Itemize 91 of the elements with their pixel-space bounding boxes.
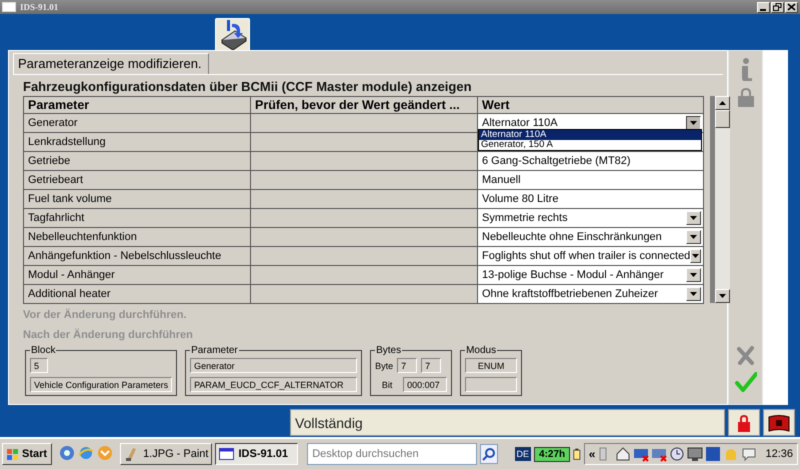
bit-field: 000:007 xyxy=(403,377,448,392)
byte-label: Byte xyxy=(375,360,394,370)
parameter-cell: Anhängefunktion - Nebelschlussleuchte xyxy=(24,246,250,266)
parameter-cell: Tagfahrlicht xyxy=(24,208,250,228)
taskbar-button[interactable]: IDS-91.01 xyxy=(215,443,298,465)
scroll-up-button[interactable] xyxy=(715,96,730,110)
column-header: Wert xyxy=(478,96,704,114)
close-icon xyxy=(787,3,796,11)
clock: 12:36 xyxy=(765,448,793,460)
column-header: Parameter xyxy=(24,96,250,114)
parameter-id-field: PARAM_EUCD_CCF_ALTERNATOR xyxy=(190,377,358,392)
tray-toggle[interactable]: « xyxy=(588,447,596,461)
browser-icon xyxy=(78,444,94,460)
app-icon[interactable] xyxy=(705,446,722,462)
dropdown-button[interactable] xyxy=(686,116,701,130)
group-title: Block xyxy=(30,345,56,356)
group-title: Bytes xyxy=(375,345,402,356)
value-dropdown[interactable]: Foglights shut off when trailer is connected xyxy=(478,247,703,265)
taskbar-button[interactable]: 1.JPG - Paint xyxy=(120,443,212,465)
step-label: Vor der Änderung durchführen. xyxy=(23,309,188,321)
value-cell-text: Volume 80 Litre xyxy=(481,192,560,207)
network-icon[interactable] xyxy=(633,446,650,462)
parameter-cell: Lenkradstellung xyxy=(24,132,250,152)
restore-icon xyxy=(773,3,782,11)
scroll-down-button[interactable] xyxy=(715,289,730,303)
device-button[interactable] xyxy=(763,409,795,436)
parameter-name-field: Generator xyxy=(190,358,358,373)
group-title: Parameter xyxy=(190,345,239,356)
cancel-icon xyxy=(736,346,756,366)
dropdown-option[interactable]: Alternator 110A xyxy=(479,130,701,140)
block-name-field: Vehicle Configuration Parameters xyxy=(30,377,172,392)
parameter-cell: Getriebeart xyxy=(24,170,250,190)
battery-time: 4:27h xyxy=(534,446,570,462)
parameter-cell: Fuel tank volume xyxy=(24,190,250,208)
down-arrow-icon xyxy=(719,294,726,298)
group-title: Modus xyxy=(465,345,498,356)
byte-field: 7 xyxy=(397,358,418,373)
value-dropdown[interactable]: Symmetrie rechts xyxy=(478,209,703,227)
search-icon xyxy=(482,448,496,460)
up-arrow-icon xyxy=(719,101,726,105)
search-button[interactable] xyxy=(480,444,498,464)
empty-field xyxy=(465,377,518,392)
padlock-icon xyxy=(736,414,752,432)
device-icon xyxy=(768,414,790,432)
status-field: Vollständig xyxy=(290,409,725,436)
media-icon xyxy=(97,444,114,460)
parameter-cell: Nebelleuchtenfunktion xyxy=(24,228,250,246)
battery-icon xyxy=(573,447,581,461)
value-dropdown[interactable]: Ohne kraftstoffbetriebenen Zuheizer xyxy=(478,285,703,303)
step-label: Nach der Änderung durchführen xyxy=(23,329,194,341)
home-icon[interactable] xyxy=(615,446,632,462)
window-icon xyxy=(219,446,234,462)
search-field[interactable]: Desktop durchsuchen xyxy=(307,443,478,465)
parameter-cell: Getriebe xyxy=(24,152,250,170)
data-transfer-button[interactable] xyxy=(215,18,250,50)
value-cell-text: 6 Gang-Schaltgetriebe (MT82) xyxy=(481,154,632,169)
lock-status-button[interactable] xyxy=(728,409,760,436)
window-icon xyxy=(2,2,16,12)
chat-icon[interactable] xyxy=(741,446,758,462)
language-indicator[interactable]: DE xyxy=(514,447,532,461)
value-dropdown[interactable]: Nebelleuchte ohne Einschränkungen xyxy=(478,228,703,246)
tab[interactable]: Parameteranzeige modifizieren. xyxy=(13,53,209,74)
caret-icon xyxy=(690,216,697,220)
scrollbar[interactable] xyxy=(710,96,730,303)
byte-field: 7 xyxy=(421,358,442,373)
monitor-icon[interactable] xyxy=(687,446,704,462)
restore-button[interactable] xyxy=(771,2,784,12)
parameter-cell: Generator xyxy=(24,114,250,132)
parameter-cell: Additional heater xyxy=(24,284,250,304)
window-title: IDS-91.01 xyxy=(20,2,60,12)
value-dropdown[interactable]: 13-polige Buchse - Modul - Anhänger xyxy=(478,266,703,284)
mode-field: ENUM xyxy=(465,358,518,373)
parameter-cell: Modul - Anhänger xyxy=(24,266,250,284)
block-number-field: 5 xyxy=(30,358,48,373)
start-button[interactable]: Start xyxy=(2,443,52,465)
caret-icon xyxy=(690,273,697,277)
clock-icon[interactable] xyxy=(669,446,686,462)
confirm-icon xyxy=(734,372,756,392)
caret-icon xyxy=(692,254,700,258)
caret-icon xyxy=(690,121,697,125)
bit-label: Bit xyxy=(380,380,394,390)
section-heading: Fahrzeugkonfigurationsdaten über BCMii (CCF Master module) anzeigen xyxy=(23,79,473,94)
column-header: Prüfen, bevor der Wert geändert ... xyxy=(250,96,478,114)
value-cell-text: Manuell xyxy=(481,173,522,188)
scroll-thumb[interactable] xyxy=(715,110,730,128)
minimize-button[interactable] xyxy=(757,2,770,12)
caret-icon xyxy=(690,292,697,296)
windows-logo-icon xyxy=(7,448,18,460)
lock-icon xyxy=(736,87,756,108)
close-button[interactable] xyxy=(785,2,798,12)
caret-icon xyxy=(690,235,697,239)
